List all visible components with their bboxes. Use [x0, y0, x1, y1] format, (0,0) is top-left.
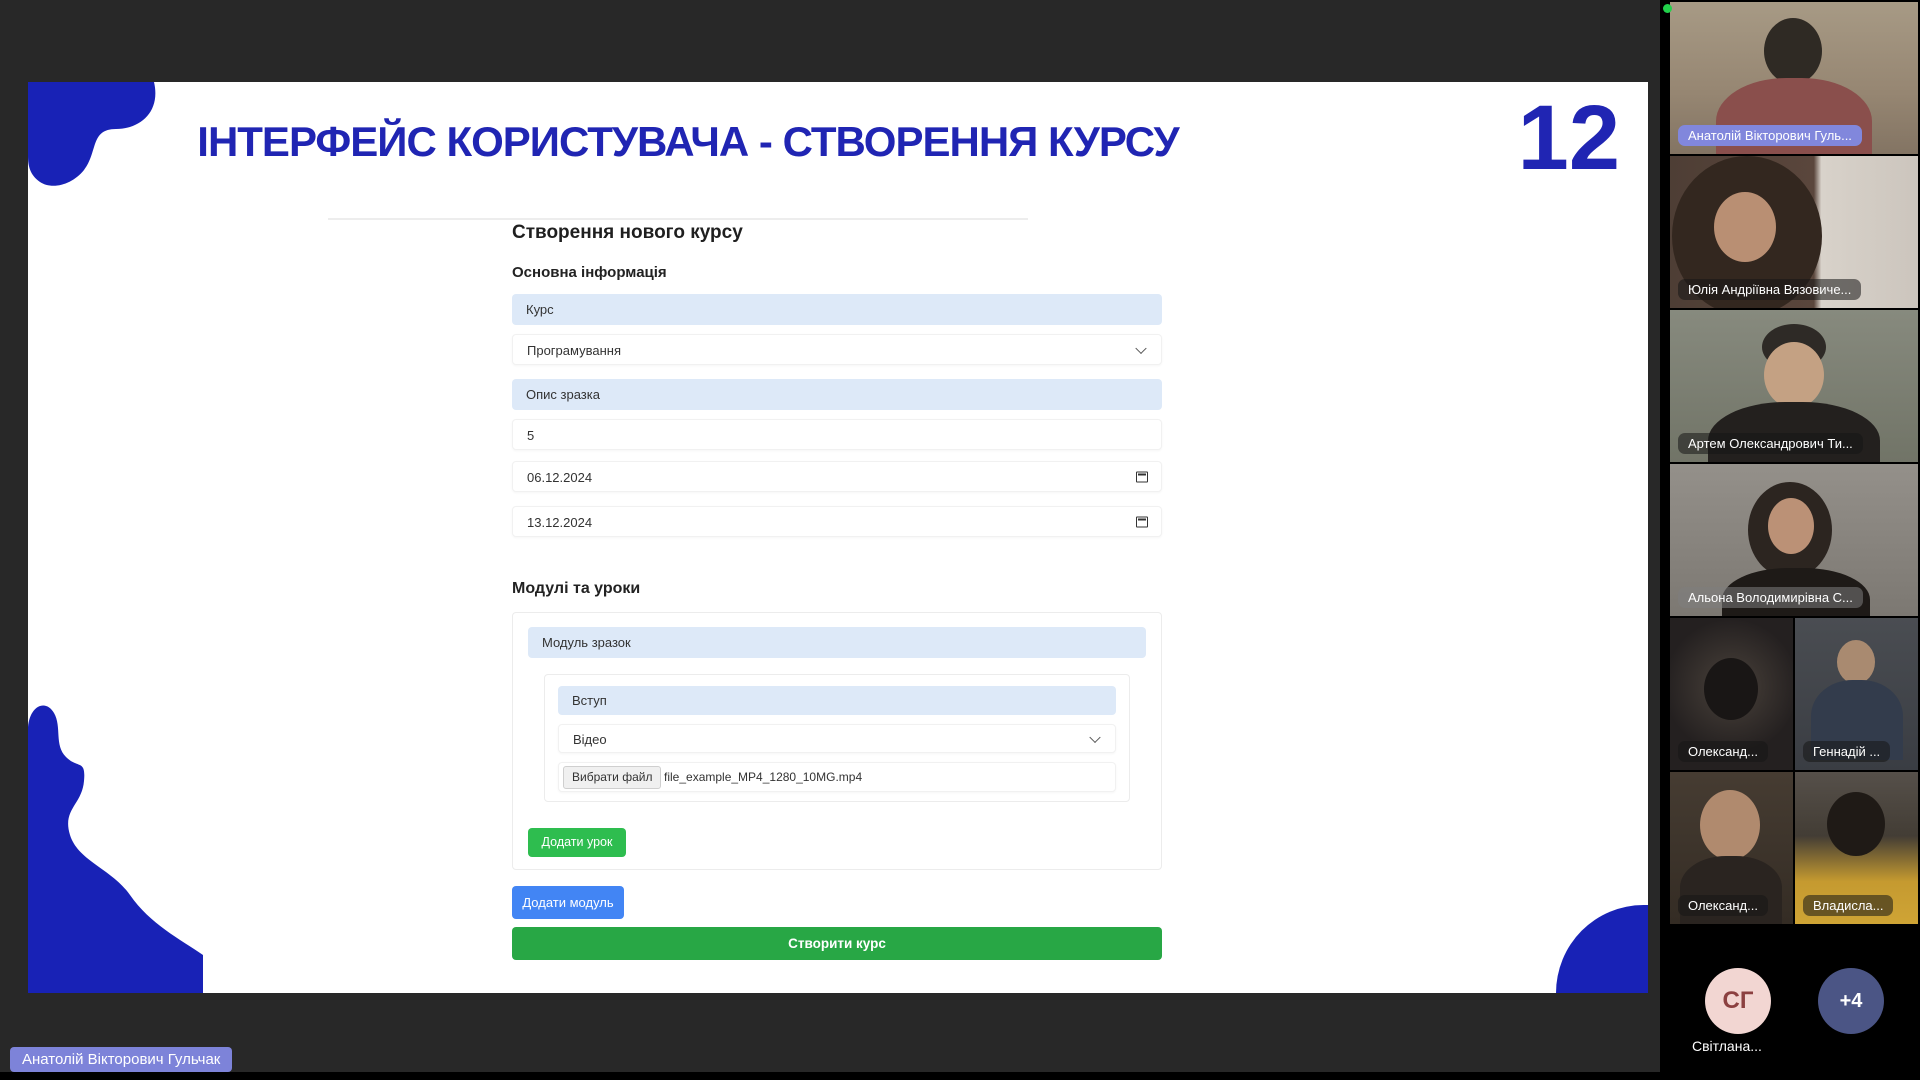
module-title-field[interactable]: Модуль зразок	[528, 627, 1146, 658]
end-date-value: 13.12.2024	[527, 515, 592, 530]
participant-video-vladyslav[interactable]: Владисла...	[1795, 772, 1918, 924]
course-select-value: Програмування	[527, 343, 621, 358]
participant-video-oleksandr-1[interactable]: Олександ...	[1670, 618, 1793, 770]
participant-name-badge: Олександ...	[1678, 741, 1768, 762]
avatar-name: Світлана...	[1692, 1038, 1762, 1054]
avatar[interactable]: СГ	[1705, 968, 1771, 1034]
title-divider	[328, 218, 1028, 220]
participant-name-badge: Артем Олександрович Ти...	[1678, 433, 1863, 454]
participant-video-artem[interactable]: Артем Олександрович Ти...	[1670, 310, 1918, 462]
decorative-blob-bottom-left	[28, 693, 203, 993]
participant-name-badge: Геннадій ...	[1803, 741, 1890, 762]
start-date-value: 06.12.2024	[527, 470, 592, 485]
connection-status-dot	[1663, 4, 1672, 13]
number-field[interactable]: 5	[512, 419, 1162, 450]
end-date-field[interactable]: 13.12.2024	[512, 506, 1162, 537]
calendar-icon[interactable]	[1136, 471, 1148, 482]
file-input[interactable]: Вибрати файл file_example_MP4_1280_10MG.…	[558, 762, 1116, 792]
person-silhouette	[1700, 790, 1760, 860]
course-name-field[interactable]: Курс	[512, 294, 1162, 325]
course-select[interactable]: Програмування	[512, 334, 1162, 365]
shared-screen-slide: ІНТЕРФЕЙС КОРИСТУВАЧА - СТВОРЕННЯ КУРСУ …	[28, 82, 1648, 993]
participant-video-hennadii[interactable]: Геннадій ...	[1795, 618, 1918, 770]
person-silhouette	[1714, 192, 1776, 262]
participant-video-row-2: Олександ... Владисла...	[1670, 772, 1918, 924]
description-field[interactable]: Опис зразка	[512, 379, 1162, 410]
person-silhouette	[1837, 640, 1875, 684]
participant-video-anatolii[interactable]: Анатолій Вікторович Гуль...	[1670, 2, 1918, 154]
lesson-title-field[interactable]: Вступ	[558, 686, 1116, 715]
form-heading: Створення нового курсу	[512, 222, 743, 244]
create-course-button[interactable]: Створити курс	[512, 927, 1162, 960]
meeting-window: ІНТЕРФЕЙС КОРИСТУВАЧА - СТВОРЕННЯ КУРСУ …	[0, 0, 1920, 1080]
calendar-icon[interactable]	[1136, 516, 1148, 527]
basic-info-section-label: Основна інформація	[512, 264, 667, 281]
person-silhouette	[1768, 498, 1814, 554]
choose-file-button[interactable]: Вибрати файл	[563, 766, 661, 789]
participant-video-oleksandr-2[interactable]: Олександ...	[1670, 772, 1793, 924]
person-silhouette	[1704, 658, 1758, 720]
participant-name-badge: Анатолій Вікторович Гуль...	[1678, 125, 1862, 146]
add-module-button[interactable]: Додати модуль	[512, 886, 624, 919]
start-date-field[interactable]: 06.12.2024	[512, 461, 1162, 492]
modules-section-label: Модулі та уроки	[512, 580, 640, 598]
add-lesson-button[interactable]: Додати урок	[528, 828, 626, 857]
bottom-bar	[0, 1072, 1920, 1080]
participant-name-badge: Юлія Андріївна Вязовиче...	[1678, 279, 1861, 300]
person-silhouette	[1827, 792, 1885, 856]
person-silhouette	[1764, 18, 1822, 84]
chosen-file-name: file_example_MP4_1280_10MG.mp4	[664, 763, 862, 792]
lesson-type-select[interactable]: Відео	[558, 724, 1116, 753]
participants-sidebar: Анатолій Вікторович Гуль... Юлія Андріїв…	[1660, 0, 1920, 1080]
participant-video-yuliia[interactable]: Юлія Андріївна Вязовиче...	[1670, 156, 1918, 308]
participant-avatars-tile: СГ Світлана... +4	[1670, 926, 1918, 1080]
decorative-blob-bottom-right	[1556, 905, 1648, 993]
overflow-participants-badge[interactable]: +4	[1818, 968, 1884, 1034]
participant-name-badge: Владисла...	[1803, 895, 1893, 916]
active-speaker-nameplate: Анатолій Вікторович Гульчак	[10, 1047, 232, 1072]
lesson-type-value: Відео	[573, 732, 607, 747]
slide-page-number: 12	[1518, 92, 1620, 184]
person-silhouette	[1764, 342, 1824, 408]
participant-name-badge: Альона Володимирівна С...	[1678, 587, 1863, 608]
participant-video-row-1: Олександ... Геннадій ...	[1670, 618, 1918, 770]
slide-title: ІНТЕРФЕЙС КОРИСТУВАЧА - СТВОРЕННЯ КУРСУ	[138, 118, 1238, 166]
chevron-down-icon	[1089, 731, 1100, 742]
participant-name-badge: Олександ...	[1678, 895, 1768, 916]
participant-video-alona[interactable]: Альона Володимирівна С...	[1670, 464, 1918, 616]
chevron-down-icon	[1135, 342, 1146, 353]
